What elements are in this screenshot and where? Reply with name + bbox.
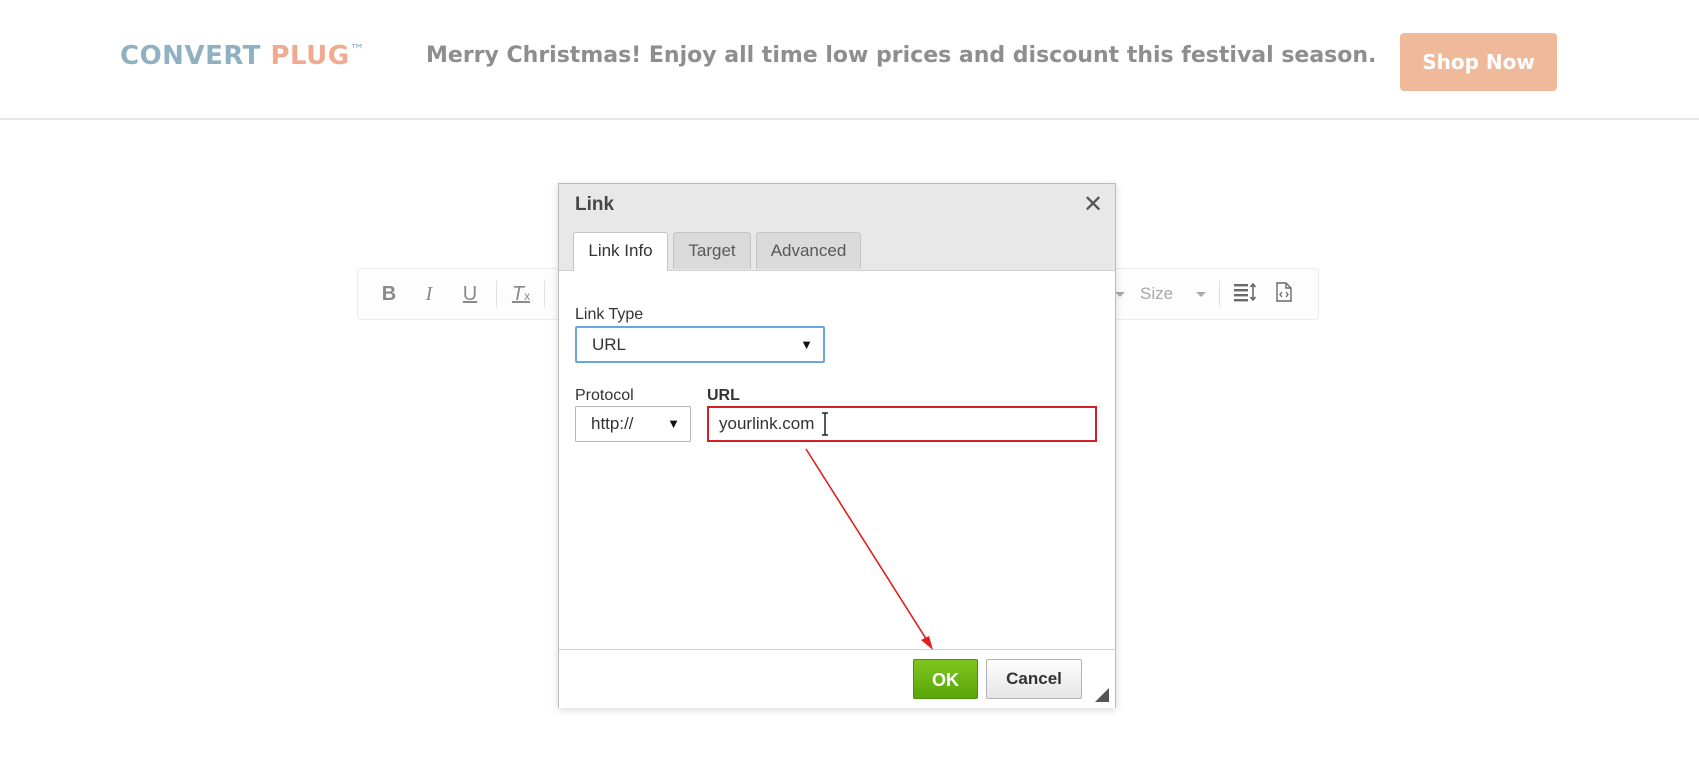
toolbar-separator bbox=[1219, 281, 1220, 307]
promo-banner: CONVERT PLUG™ Merry Christmas! Enjoy all… bbox=[0, 0, 1699, 120]
size-dropdown-caret-icon[interactable] bbox=[1196, 292, 1206, 297]
convertplug-logo[interactable]: CONVERT PLUG™ bbox=[120, 41, 365, 71]
source-code-button[interactable] bbox=[1272, 281, 1296, 307]
underline-button[interactable]: U bbox=[459, 281, 481, 307]
protocol-value: http:// bbox=[591, 414, 634, 433]
remove-format-icon: T bbox=[511, 283, 525, 305]
toolbar-separator bbox=[544, 281, 545, 307]
promo-message: Merry Christmas! Enjoy all time low pric… bbox=[426, 43, 1377, 68]
text-cursor-icon bbox=[822, 412, 828, 436]
shop-now-button[interactable]: Shop Now bbox=[1400, 33, 1557, 91]
url-input[interactable]: yourlink.com bbox=[707, 406, 1097, 442]
link-dialog: Link ✕ Link Info Target Advanced Link Ty… bbox=[558, 183, 1116, 708]
cancel-button[interactable]: Cancel bbox=[986, 659, 1082, 699]
tab-link-info[interactable]: Link Info bbox=[573, 232, 668, 271]
italic-button[interactable]: I bbox=[418, 281, 440, 307]
url-label: URL bbox=[707, 387, 740, 404]
source-code-icon bbox=[1276, 282, 1292, 302]
logo-text-convert: CONVERT bbox=[120, 41, 261, 71]
link-type-value: URL bbox=[592, 335, 627, 354]
dialog-footer: OK Cancel bbox=[559, 649, 1115, 708]
bold-button[interactable]: B bbox=[378, 281, 400, 307]
font-dropdown-caret-icon[interactable] bbox=[1115, 292, 1125, 297]
chevron-down-icon: ▼ bbox=[800, 337, 813, 352]
protocol-label: Protocol bbox=[575, 387, 634, 404]
tab-target[interactable]: Target bbox=[673, 232, 751, 269]
link-type-select[interactable]: URL ▼ bbox=[575, 326, 825, 363]
remove-format-button[interactable]: Tx bbox=[508, 281, 534, 307]
dialog-header[interactable]: Link ✕ Link Info Target Advanced bbox=[559, 184, 1115, 271]
line-height-icon bbox=[1234, 282, 1257, 302]
size-dropdown[interactable]: Size bbox=[1140, 281, 1173, 307]
line-height-button[interactable] bbox=[1232, 281, 1258, 307]
url-input-value: yourlink.com bbox=[719, 414, 815, 433]
close-icon[interactable]: ✕ bbox=[1083, 192, 1103, 218]
link-type-label: Link Type bbox=[575, 306, 644, 323]
ok-button[interactable]: OK bbox=[913, 659, 978, 699]
chevron-down-icon: ▼ bbox=[667, 416, 680, 431]
logo-trademark: ™ bbox=[349, 41, 366, 59]
logo-text-plug: PLUG bbox=[270, 41, 350, 71]
protocol-select[interactable]: http:// ▼ bbox=[575, 406, 691, 442]
resize-handle-icon[interactable] bbox=[1095, 688, 1109, 702]
tab-advanced[interactable]: Advanced bbox=[756, 232, 861, 269]
dialog-title: Link bbox=[575, 194, 615, 215]
toolbar-separator bbox=[496, 281, 497, 307]
